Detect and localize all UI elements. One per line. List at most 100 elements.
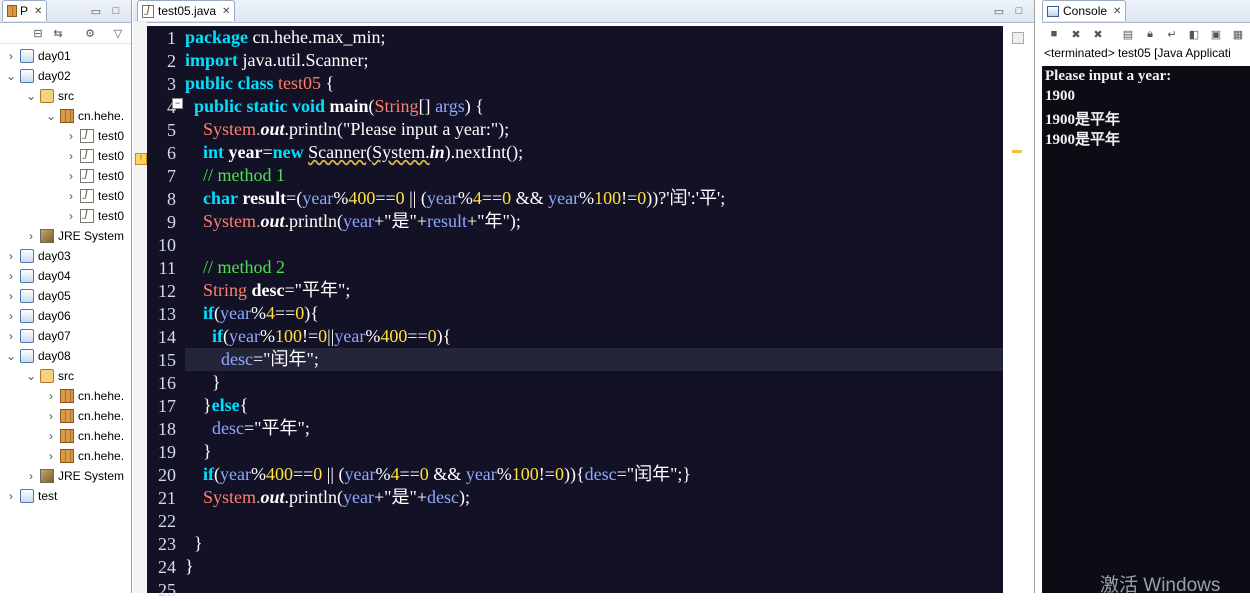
tree-item-project[interactable]: ⌄ day02 — [6, 66, 71, 86]
terminate-icon[interactable]: ■ — [1046, 26, 1062, 42]
code-line[interactable]: System.out.println(year+"是"+desc); — [185, 486, 470, 509]
code-line[interactable]: } — [185, 532, 203, 555]
code-line[interactable]: if(year%100!=0||year%400==0){ — [185, 325, 451, 348]
code-line[interactable]: } — [185, 555, 194, 578]
chevron-right-icon[interactable]: › — [6, 269, 16, 283]
warning-marker[interactable] — [1012, 150, 1022, 153]
chevron-right-icon[interactable]: › — [6, 249, 16, 263]
code-line[interactable]: System.out.println(year+"是"+result+"年"); — [185, 210, 521, 233]
tree-item-package[interactable]: ⌄ cn.hehe. — [46, 106, 124, 126]
minimize-icon[interactable]: ▭ — [88, 3, 104, 19]
chevron-right-icon[interactable]: › — [6, 49, 16, 63]
tree-item-project[interactable]: › day06 — [6, 306, 71, 326]
pin-console-icon[interactable]: ◧ — [1186, 26, 1202, 42]
chevron-right-icon[interactable]: › — [26, 469, 36, 483]
collapse-icon[interactable]: − — [172, 98, 183, 109]
maximize-icon[interactable]: □ — [108, 3, 124, 19]
chevron-right-icon[interactable]: › — [46, 429, 56, 443]
clear-console-icon[interactable]: ▤ — [1120, 26, 1136, 42]
tree-item-project[interactable]: › day01 — [6, 46, 71, 66]
maximize-icon[interactable]: □ — [1011, 3, 1027, 19]
chevron-right-icon[interactable]: › — [46, 409, 56, 423]
tab-test05-java[interactable]: test05.java ✕ — [137, 0, 236, 21]
code-line[interactable]: System.out.println("Please input a year:… — [185, 118, 509, 141]
chevron-down-icon[interactable]: ⌄ — [26, 369, 36, 383]
code-line[interactable]: }else{ — [185, 394, 248, 417]
tree-item-project[interactable]: › test — [6, 486, 57, 506]
tree-item-project[interactable]: › day03 — [6, 246, 71, 266]
code-line[interactable]: public class test05 { — [185, 72, 334, 95]
code-line[interactable]: if(year%400==0 || (year%4==0 && year%100… — [185, 463, 691, 486]
chevron-right-icon[interactable]: › — [66, 169, 76, 183]
code-line[interactable]: // method 2 — [185, 256, 285, 279]
close-icon[interactable]: ✕ — [222, 6, 230, 17]
code-line[interactable]: // method 1 — [185, 164, 285, 187]
tree-item-lib[interactable]: › JRE System — [26, 226, 124, 246]
remove-launch-icon[interactable]: ✖ — [1068, 26, 1084, 42]
view-menu-icon[interactable]: ⚙ — [82, 25, 98, 41]
code-line[interactable]: char result=(year%400==0 || (year%4==0 &… — [185, 187, 725, 210]
tab-package-explorer[interactable]: P ✕ — [2, 0, 48, 21]
code-line[interactable]: int year=new Scanner(System.in).nextInt(… — [185, 141, 523, 164]
tree-item-package[interactable]: › cn.hehe. — [46, 426, 124, 446]
chevron-right-icon[interactable]: › — [6, 489, 16, 503]
tree-item-project[interactable]: › day07 — [6, 326, 71, 346]
chevron-right-icon[interactable]: › — [6, 309, 16, 323]
chevron-right-icon[interactable]: › — [26, 229, 36, 243]
code-line[interactable]: desc="闰年"; — [185, 348, 1003, 371]
chevron-down-icon[interactable]: ⌄ — [6, 349, 16, 363]
word-wrap-icon[interactable]: ↵ — [1164, 26, 1180, 42]
display-console-icon[interactable]: ▣ — [1208, 26, 1224, 42]
tree-item-package[interactable]: › cn.hehe. — [46, 446, 124, 466]
open-console-icon[interactable]: ▦ — [1230, 26, 1246, 42]
code-line[interactable]: } — [185, 440, 212, 463]
chevron-right-icon[interactable]: › — [66, 189, 76, 203]
scroll-lock-icon[interactable]: 🔒︎ — [1142, 26, 1158, 42]
code-line[interactable]: desc="平年"; — [185, 417, 310, 440]
line-number: 7 — [167, 166, 176, 186]
chevron-down-icon[interactable]: ⌄ — [46, 109, 56, 123]
chevron-right-icon[interactable]: › — [46, 449, 56, 463]
chevron-right-icon[interactable]: › — [6, 329, 16, 343]
chevron-right-icon[interactable]: › — [46, 389, 56, 403]
tree-item-java[interactable]: › test0 — [66, 166, 124, 186]
code-line[interactable]: } — [185, 371, 221, 394]
tree-item-java[interactable]: › test0 — [66, 186, 124, 206]
tree-item-java[interactable]: › test0 — [66, 126, 124, 146]
tree-item-project[interactable]: › day04 — [6, 266, 71, 286]
chevron-right-icon[interactable]: › — [66, 209, 76, 223]
tree-item-package[interactable]: › cn.hehe. — [46, 406, 124, 426]
code-editor[interactable]: 1234567891011121314151617181920212223242… — [147, 26, 1003, 600]
tree-item-project[interactable]: ⌄ day08 — [6, 346, 71, 366]
code-line[interactable]: public static void main(String[] args) { — [185, 95, 484, 118]
tree-item-src[interactable]: ⌄ src — [26, 86, 74, 106]
close-icon[interactable]: ✕ — [1113, 6, 1121, 17]
link-editor-icon[interactable]: ⇆ — [50, 25, 66, 41]
chevron-right-icon[interactable]: › — [66, 129, 76, 143]
code-line[interactable]: if(year%4==0){ — [185, 302, 319, 325]
remove-all-icon[interactable]: ✖ — [1090, 26, 1106, 42]
close-icon[interactable]: ✕ — [34, 6, 42, 17]
tree-item-label: cn.hehe. — [78, 389, 125, 403]
console-output[interactable]: Please input a year: 1900 1900是平年 1900是平年 — [1042, 66, 1250, 593]
chevron-right-icon[interactable]: › — [66, 149, 76, 163]
tree-item-project[interactable]: › day05 — [6, 286, 71, 306]
minimize-icon[interactable]: ▭ — [991, 3, 1007, 19]
collapse-all-icon[interactable]: ⊟ — [30, 25, 46, 41]
tree-item-lib[interactable]: › JRE System — [26, 466, 124, 486]
chevron-down-icon[interactable]: ⌄ — [6, 69, 16, 83]
chevron-right-icon[interactable]: › — [6, 289, 16, 303]
tree-item-java[interactable]: › test0 — [66, 206, 124, 226]
chevron-down-icon[interactable]: ⌄ — [26, 89, 36, 103]
tab-console[interactable]: Console ✕ — [1042, 0, 1127, 21]
chevron-down-icon[interactable]: ▽ — [110, 25, 126, 41]
tree-item-src[interactable]: ⌄ src — [26, 366, 74, 386]
code-token: 0 — [419, 464, 429, 484]
warning-icon[interactable]: ! — [135, 153, 147, 165]
code-line[interactable]: import java.util.Scanner; — [185, 49, 368, 72]
tree-item-java[interactable]: › test0 — [66, 146, 124, 166]
code-line[interactable]: package cn.hehe.max_min; — [185, 26, 385, 49]
tree-item-package[interactable]: › cn.hehe. — [46, 386, 124, 406]
code-line[interactable]: String desc="平年"; — [185, 279, 350, 302]
